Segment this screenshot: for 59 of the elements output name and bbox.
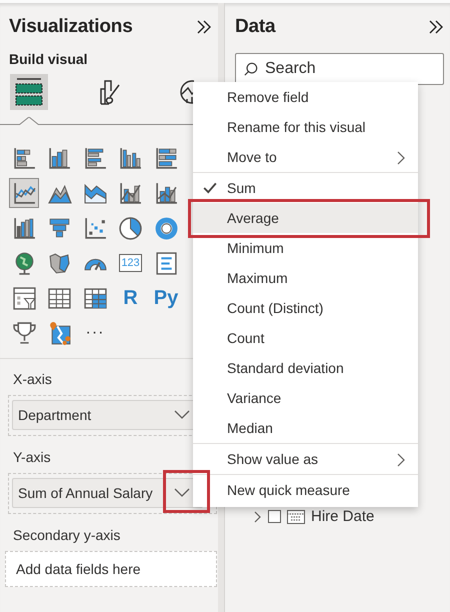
table-icon <box>47 286 72 310</box>
menu-item[interactable]: Count (Distinct) <box>193 293 418 323</box>
field-name: Hire Date <box>311 508 374 525</box>
multi-row-card-icon <box>154 250 178 276</box>
drop-field[interactable]: Add data fields here <box>5 551 217 587</box>
pane-title: Visualizations <box>9 16 133 38</box>
well-label: Secondary y-axis <box>13 527 122 543</box>
chevron-down-icon <box>174 410 190 420</box>
well-label: X-axis <box>13 371 53 387</box>
chevron-down-icon <box>174 488 190 498</box>
menu-item[interactable]: Show value as <box>193 444 418 474</box>
well-label: Y-axis <box>13 449 52 465</box>
calendar-icon <box>287 510 305 524</box>
field-name: Department <box>18 407 92 423</box>
chevron-right-icon <box>397 151 405 165</box>
filled-map-icon <box>47 250 72 276</box>
menu-item[interactable]: Count <box>193 323 418 353</box>
section-title: Build visual <box>9 51 89 67</box>
menu-item[interactable]: Sum <box>193 173 418 203</box>
pane-tab[interactable] <box>10 74 48 110</box>
search-field[interactable]: Search <box>235 53 444 85</box>
chevron-right-icon <box>397 453 405 467</box>
chevron-right-icon <box>254 510 262 522</box>
pie-chart-icon <box>118 216 143 240</box>
expand-button[interactable] <box>254 510 262 522</box>
script-visual-button[interactable]: R <box>116 283 146 313</box>
menu-item[interactable]: Average <box>193 203 418 233</box>
clustered-column-chart-icon <box>118 146 143 170</box>
scatter-chart-icon <box>82 216 108 240</box>
collapse-icon[interactable] <box>196 19 212 35</box>
stacked-bar-chart-icon <box>12 146 36 170</box>
fields-icon <box>14 77 44 107</box>
waterfall-chart-icon <box>12 216 36 240</box>
checkbox[interactable] <box>268 510 281 523</box>
script-visual-button[interactable]: Py <box>151 283 181 313</box>
menu-item[interactable]: Rename for this visual <box>193 112 418 142</box>
more-visuals-button[interactable]: ··· <box>80 318 110 348</box>
menu-item[interactable]: Standard deviation <box>193 353 418 383</box>
menu-item[interactable]: Move to <box>193 142 418 172</box>
trophy-icon <box>12 320 36 346</box>
pane-title: Data <box>235 16 276 38</box>
menu-item[interactable]: Minimum <box>193 233 418 263</box>
field-name: Sum of Annual Salary <box>18 485 153 501</box>
line-column-chart-icon <box>154 180 178 206</box>
donut-chart-icon <box>154 216 178 240</box>
percent-bar-chart-icon <box>154 146 178 170</box>
collapse-icon[interactable] <box>428 19 444 35</box>
clustered-bar-chart-icon <box>82 146 108 170</box>
menu-item[interactable]: Maximum <box>193 263 418 293</box>
stacked-column-chart-icon <box>47 146 72 170</box>
slicer-icon <box>12 286 36 310</box>
matrix-icon <box>82 286 108 310</box>
menu-item[interactable]: Remove field <box>193 82 418 112</box>
field-pill[interactable]: Sum of Annual Salary <box>12 478 203 508</box>
map-icon <box>47 320 72 346</box>
visual-type-button[interactable] <box>9 178 39 208</box>
line-chart-icon <box>12 180 36 206</box>
line-column-chart-icon <box>118 180 143 206</box>
search-icon <box>244 62 258 76</box>
